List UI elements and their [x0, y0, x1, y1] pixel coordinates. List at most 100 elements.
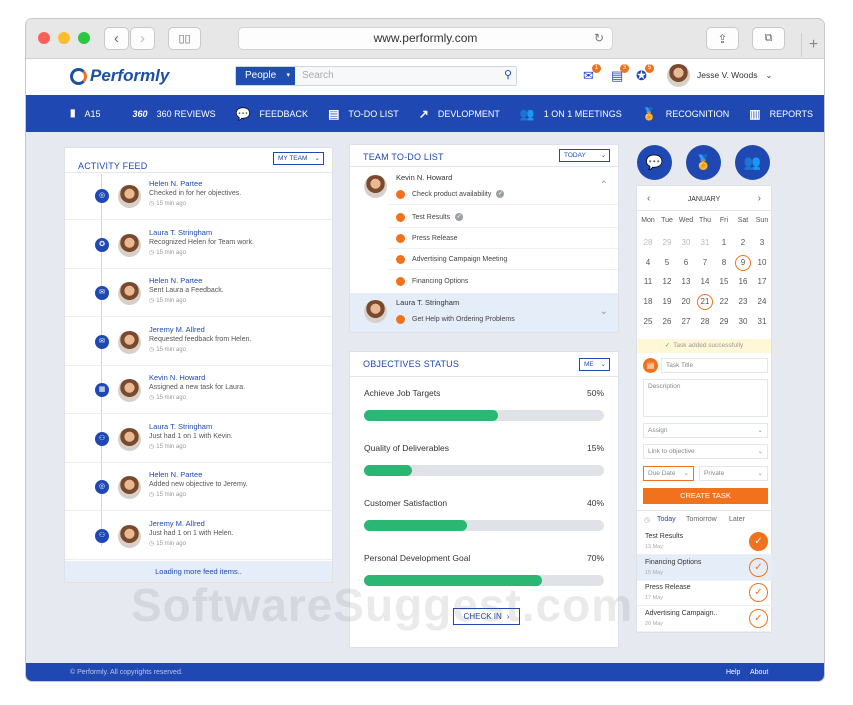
nav-todo-list[interactable]: ▤ TO-DO LIST: [328, 107, 399, 121]
calendar-day[interactable]: 9: [735, 254, 751, 271]
search-input[interactable]: Search: [302, 67, 334, 85]
link-objective-select[interactable]: Link to objective ⌄: [643, 444, 768, 459]
calendar-day[interactable]: 22: [714, 295, 734, 309]
calendar-day[interactable]: 7: [695, 256, 715, 270]
create-task-button[interactable]: CREATE TASK: [643, 488, 768, 504]
feed-name[interactable]: Helen N. Partee: [149, 470, 202, 479]
calendar-day[interactable]: 2: [733, 236, 753, 250]
maximize-window-button[interactable]: [78, 32, 90, 44]
calendar-day[interactable]: 29: [657, 236, 677, 250]
calendar-day[interactable]: 6: [676, 256, 696, 270]
calendar-day[interactable]: 13: [676, 275, 696, 289]
calendar-day[interactable]: 18: [638, 295, 658, 309]
task-complete-button[interactable]: ✓: [749, 583, 768, 602]
calendar-day[interactable]: 8: [714, 256, 734, 270]
search-icon[interactable]: ⚲: [504, 68, 512, 81]
forward-button[interactable]: ›: [130, 27, 155, 50]
calendar-day[interactable]: 31: [695, 236, 715, 250]
calendar-day[interactable]: 1: [714, 236, 734, 250]
share-button[interactable]: ⇪: [706, 27, 739, 50]
user-menu[interactable]: Jesse V. Woods ⌄: [697, 70, 772, 80]
task-item[interactable]: Press Release 17 May ✓: [637, 580, 772, 606]
todo-subtask[interactable]: Press Release: [396, 228, 458, 248]
todo-main-task[interactable]: Check product availability ✓: [396, 184, 505, 204]
calendar-day[interactable]: 15: [714, 275, 734, 289]
calendar-day[interactable]: 16: [733, 275, 753, 289]
back-button[interactable]: ‹: [104, 27, 129, 50]
add-feedback-button[interactable]: 💬: [637, 145, 672, 180]
activity-feed-filter[interactable]: MY TEAM ⌄: [273, 152, 324, 165]
next-month-button[interactable]: ›: [758, 193, 761, 204]
tabs-button[interactable]: ⧉: [752, 27, 785, 50]
tab-later[interactable]: Later: [729, 516, 745, 523]
task-item[interactable]: Advertising Campaign.. 20 May ✓: [637, 606, 772, 632]
calendar-day[interactable]: 30: [733, 315, 753, 329]
close-window-button[interactable]: [38, 32, 50, 44]
feed-name[interactable]: Helen N. Partee: [149, 179, 202, 188]
task-item[interactable]: Test Results 13 May ✓: [637, 529, 772, 555]
objectives-filter[interactable]: ME ⌄: [579, 358, 610, 371]
calendar-day[interactable]: 10: [752, 256, 772, 270]
team-todo-filter[interactable]: TODAY ⌄: [559, 149, 610, 162]
calendar-day[interactable]: 4: [638, 256, 658, 270]
expand-icon[interactable]: ⌄: [600, 306, 608, 317]
todo-subtask[interactable]: Advertising Campaign Meeting: [396, 249, 507, 269]
calendar-day[interactable]: 17: [752, 275, 772, 289]
tab-today[interactable]: Today: [657, 516, 676, 523]
address-bar[interactable]: www.performly.com ↻: [238, 27, 613, 50]
awards-icon[interactable]: ✪ 5: [636, 64, 654, 84]
nav-account[interactable]: ▮ A15: [70, 108, 101, 119]
calendar-day[interactable]: 28: [638, 236, 658, 250]
calendar-day[interactable]: 25: [638, 315, 658, 329]
load-more-feed[interactable]: Loading more feed items..: [65, 561, 332, 582]
calendar-day[interactable]: 24: [752, 295, 772, 309]
messages-icon[interactable]: ✉ 1: [583, 64, 601, 84]
due-date-select[interactable]: Due Date ⌄: [643, 466, 694, 481]
feed-item[interactable]: ✉ Jeremy M. Allred Requested feedback from…: [65, 319, 332, 366]
collapse-icon[interactable]: ⌃: [600, 180, 608, 191]
assign-select[interactable]: Assign ⌄: [643, 423, 768, 438]
calendar-day[interactable]: 21: [697, 294, 713, 311]
feed-name[interactable]: Laura T. Stringham: [149, 228, 212, 237]
sidebar-toggle-button[interactable]: ▯▯: [168, 27, 201, 50]
about-link[interactable]: About: [750, 663, 768, 681]
feed-item[interactable]: ⚇ Laura T. Stringham Just had 1 on 1 with …: [65, 416, 332, 463]
feed-name[interactable]: Laura T. Stringham: [149, 422, 212, 431]
feed-item[interactable]: ▦ Kevin N. Howard Assigned a new task for …: [65, 367, 332, 414]
calendar-day[interactable]: 30: [676, 236, 696, 250]
calendar-day[interactable]: 26: [657, 315, 677, 329]
nav-360-reviews[interactable]: 360 360 REVIEWS: [133, 109, 216, 119]
calendar-day[interactable]: 27: [676, 315, 696, 329]
calendar-day[interactable]: 28: [695, 315, 715, 329]
task-complete-button[interactable]: ✓: [749, 557, 768, 577]
nav-development[interactable]: ↗ DEVLOPMENT: [419, 107, 500, 121]
feed-name[interactable]: Kevin N. Howard: [149, 373, 205, 382]
task-item[interactable]: Financing Options 15 May ✓: [637, 554, 772, 581]
help-link[interactable]: Help: [726, 663, 740, 681]
calendar-day[interactable]: 14: [695, 275, 715, 289]
privacy-select[interactable]: Private ⌄: [699, 466, 768, 481]
feed-item[interactable]: ⚇ Jeremy M. Allred Just had 1 on 1 with He…: [65, 513, 332, 560]
task-complete-button[interactable]: ✓: [749, 608, 768, 628]
nav-reports[interactable]: ▥ REPORTS: [749, 107, 813, 121]
feed-name[interactable]: Jeremy M. Allred: [149, 325, 205, 334]
calendar-day[interactable]: 19: [657, 295, 677, 309]
search-type-select[interactable]: People ▾: [236, 67, 295, 85]
feed-name[interactable]: Jeremy M. Allred: [149, 519, 205, 528]
task-description-input[interactable]: Description: [643, 379, 768, 417]
tasks-icon[interactable]: ▤ 3: [611, 64, 629, 84]
tab-tomorrow[interactable]: Tomorrow: [686, 516, 717, 523]
calendar-day[interactable]: 23: [733, 295, 753, 309]
todo-subtask[interactable]: Test Results ✓: [396, 207, 464, 227]
user-avatar[interactable]: [667, 64, 690, 87]
nav-recognition[interactable]: 🏅 RECOGNITION: [642, 107, 729, 121]
feed-item[interactable]: ◎ Helen N. Partee Checked in for her objec…: [65, 173, 332, 220]
add-recognition-button[interactable]: 🏅: [686, 145, 721, 180]
feed-item[interactable]: ✉ Helen N. Partee Sent Laura a Feedback. ◷ 1…: [65, 270, 332, 317]
feed-name[interactable]: Helen N. Partee: [149, 276, 202, 285]
nav-1on1-meetings[interactable]: 👥 1 ON 1 MEETINGS: [520, 107, 622, 121]
minimize-window-button[interactable]: [58, 32, 70, 44]
calendar-day[interactable]: 3: [752, 236, 772, 250]
calendar-day[interactable]: 5: [657, 256, 677, 270]
task-title-input[interactable]: Task Title: [661, 358, 768, 373]
